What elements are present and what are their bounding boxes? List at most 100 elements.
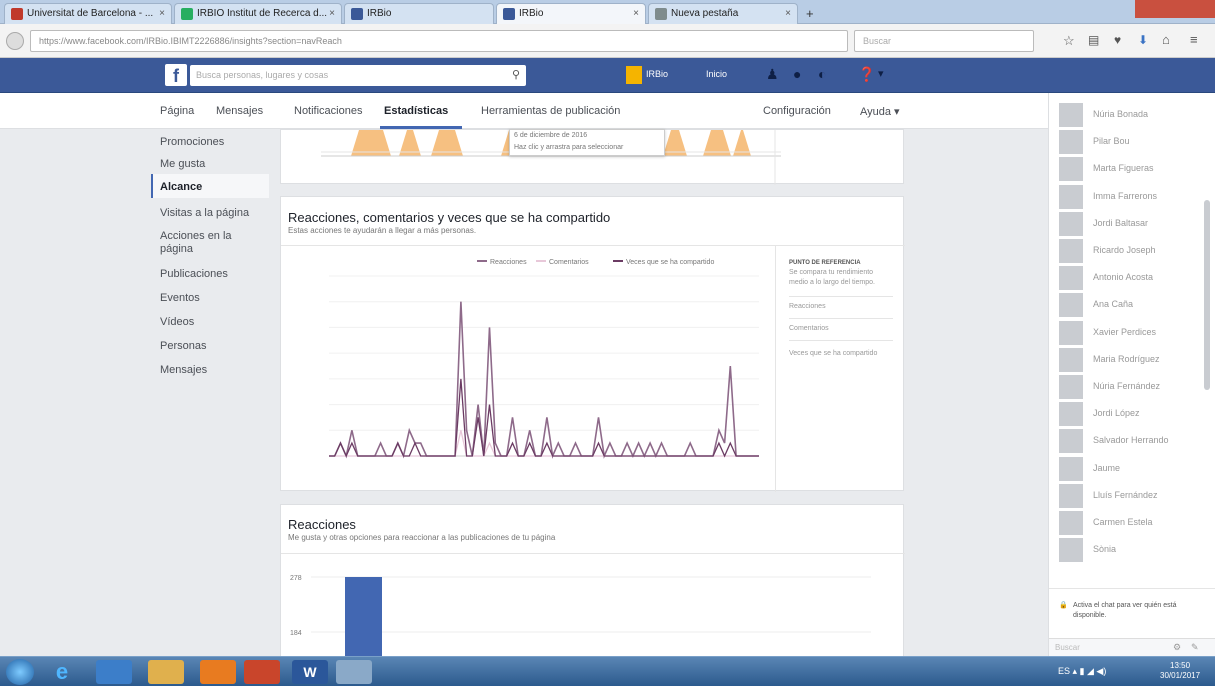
sidebar-item-personas[interactable]: Personas (160, 340, 206, 352)
window-controls[interactable] (1135, 0, 1215, 18)
card-subtitle: Me gusta y otras opciones para reacciona… (288, 533, 556, 542)
browser-tab[interactable]: Universitat de Barcelona - ... × (4, 3, 172, 24)
browser-search-field[interactable]: Buscar (854, 30, 1034, 52)
library-icon[interactable]: ▤ (1088, 33, 1099, 47)
url-field[interactable]: https://www.facebook.com/IRBio.IBIMT2226… (30, 30, 848, 52)
chat-footer-text[interactable]: Activa el chat para ver quién está dispo… (1073, 601, 1203, 621)
pocket-icon[interactable]: ♥ (1114, 33, 1121, 47)
app-icon[interactable] (244, 660, 280, 684)
clock[interactable]: 13:50 30/01/2017 (1160, 661, 1200, 681)
chat-contact[interactable]: Jordi López (1059, 402, 1209, 427)
back-button[interactable] (6, 32, 24, 50)
chat-contact[interactable]: Núria Bonada (1059, 103, 1209, 127)
download-icon[interactable]: ⬇ (1138, 33, 1148, 47)
sidebar-item-me-gusta[interactable]: Me gusta (160, 158, 205, 170)
benchmark-item[interactable]: Veces que se ha compartido (789, 340, 893, 361)
bookmark-star-icon[interactable]: ☆ (1063, 33, 1075, 49)
close-icon[interactable]: × (785, 8, 791, 19)
chat-search-input[interactable]: Buscar ⚙ ✎ (1049, 638, 1215, 656)
new-tab-button[interactable]: + (806, 6, 814, 21)
avatar[interactable] (626, 66, 642, 84)
browser-tab[interactable]: IRBio (344, 3, 494, 24)
sidebar-item-publicaciones[interactable]: Publicaciones (160, 268, 228, 280)
chat-contact[interactable]: Ana Caña (1059, 293, 1209, 318)
internet-explorer-icon[interactable]: e (44, 660, 80, 684)
profile-link[interactable]: IRBio (646, 69, 668, 79)
benchmark-item[interactable]: Comentarios (789, 318, 893, 332)
sidebar-item-mensajes[interactable]: Mensajes (160, 364, 207, 376)
friends-icon[interactable]: ♟ (766, 66, 779, 83)
avatar (1059, 103, 1083, 127)
chat-contact[interactable]: Jordi Baltasar (1059, 211, 1209, 236)
start-button[interactable] (6, 659, 34, 685)
help-dropdown[interactable]: Ayuda ▾ (860, 105, 900, 118)
configuration-link[interactable]: Configuración (763, 105, 831, 117)
chat-contact[interactable]: Salvador Herrando (1059, 429, 1209, 454)
reactions-line-chart[interactable]: Reacciones Comentarios Veces que se ha c… (281, 246, 775, 492)
avatar (1059, 375, 1083, 399)
gear-icon[interactable]: ⚙ (1173, 642, 1181, 653)
bar[interactable] (345, 577, 382, 664)
chat-contact[interactable]: Lluís Fernández (1059, 483, 1209, 508)
sidebar-item-acciones[interactable]: Acciones en la página (160, 230, 260, 256)
home-link[interactable]: Inicio (706, 69, 727, 79)
tab-estadisticas[interactable]: Estadísticas (384, 105, 448, 117)
chat-contact[interactable]: Antonio Acosta (1059, 266, 1209, 291)
browser-tab[interactable]: Nueva pestaña × (648, 3, 798, 24)
search-icon[interactable]: ⚲ (512, 68, 520, 81)
chat-contact[interactable]: Ricardo Joseph (1059, 239, 1209, 263)
chat-contact-name: Jordi López (1093, 408, 1140, 419)
close-icon[interactable]: × (159, 8, 165, 19)
facebook-search-input[interactable]: Busca personas, lugares y cosas ⚲ (190, 65, 526, 86)
chat-contact[interactable]: Maria Rodríguez (1059, 347, 1209, 372)
messages-icon[interactable]: ● (793, 66, 801, 82)
benchmark-item[interactable]: Reacciones (789, 296, 893, 310)
help-icon[interactable]: ❓ (858, 66, 875, 83)
sidebar-item-videos[interactable]: Vídeos (160, 316, 194, 328)
reactions-bar-chart[interactable]: 278 184 (281, 554, 905, 664)
browser-tab-active[interactable]: IRBio × (496, 3, 646, 24)
chat-contact-name: Núria Fernández (1093, 381, 1161, 391)
reactions-card: Reacciones Me gusta y otras opciones par… (280, 504, 905, 664)
firefox-icon[interactable] (200, 660, 236, 684)
app-icon[interactable] (336, 660, 372, 684)
chat-contact[interactable]: Núria Fernández (1059, 375, 1209, 399)
system-tray-icons[interactable]: ES ▴ ▮ ◢ ◀) (1058, 666, 1106, 677)
browser-tab[interactable]: IRBIO Institut de Recerca d... × (174, 3, 342, 24)
home-icon[interactable]: ⌂ (1162, 32, 1170, 47)
sidebar-item-promociones[interactable]: Promociones (160, 136, 224, 148)
app-icon[interactable] (96, 660, 132, 684)
legend-label-comentarios: Comentarios (549, 259, 589, 266)
series-line-3[interactable] (329, 378, 759, 458)
close-icon[interactable]: × (633, 8, 639, 19)
tab-pagina[interactable]: Página (160, 105, 194, 117)
chat-contact[interactable]: Marta Figueras (1059, 157, 1209, 182)
word-icon[interactable]: W (292, 660, 328, 684)
new-message-icon[interactable]: ✎ (1191, 642, 1199, 653)
avatar (1059, 429, 1083, 454)
chevron-down-icon[interactable]: ▾ (878, 67, 884, 80)
scrollbar[interactable] (1204, 200, 1210, 390)
chart-tooltip: 6 de diciembre de 2016 Haz clic y arrast… (509, 129, 665, 156)
chat-contact[interactable]: Pilar Bou (1059, 130, 1209, 155)
tab-mensajes[interactable]: Mensajes (216, 105, 263, 117)
menu-icon[interactable]: ≡ (1190, 32, 1198, 47)
tab-herramientas[interactable]: Herramientas de publicación (481, 105, 620, 117)
facebook-logo[interactable]: f (165, 64, 187, 86)
chat-contact[interactable]: Xavier Perdices (1059, 320, 1209, 345)
sidebar-item-visitas[interactable]: Visitas a la página (160, 207, 249, 219)
file-explorer-icon[interactable] (148, 660, 184, 684)
sidebar-item-alcance[interactable]: Alcance (160, 181, 202, 193)
chat-contact[interactable]: Jaume (1059, 456, 1209, 481)
avatar (1059, 511, 1083, 535)
chat-contact[interactable]: Sònia (1059, 538, 1209, 563)
close-icon[interactable]: × (329, 8, 335, 19)
notifications-icon[interactable]: ◐ (818, 66, 826, 82)
chat-contact[interactable]: Imma Farrerons (1059, 184, 1209, 209)
benchmark-panel: PUNTO DE REFERENCIA Se compara tu rendim… (789, 260, 893, 361)
chat-contact-name: Maria Rodríguez (1093, 353, 1160, 364)
chat-contact[interactable]: Carmen Estela (1059, 511, 1209, 535)
sidebar-item-eventos[interactable]: Eventos (160, 292, 200, 304)
tab-notificaciones[interactable]: Notificaciones (294, 105, 362, 117)
chart-legend: Reacciones Comentarios Veces que se ha c… (477, 259, 714, 266)
